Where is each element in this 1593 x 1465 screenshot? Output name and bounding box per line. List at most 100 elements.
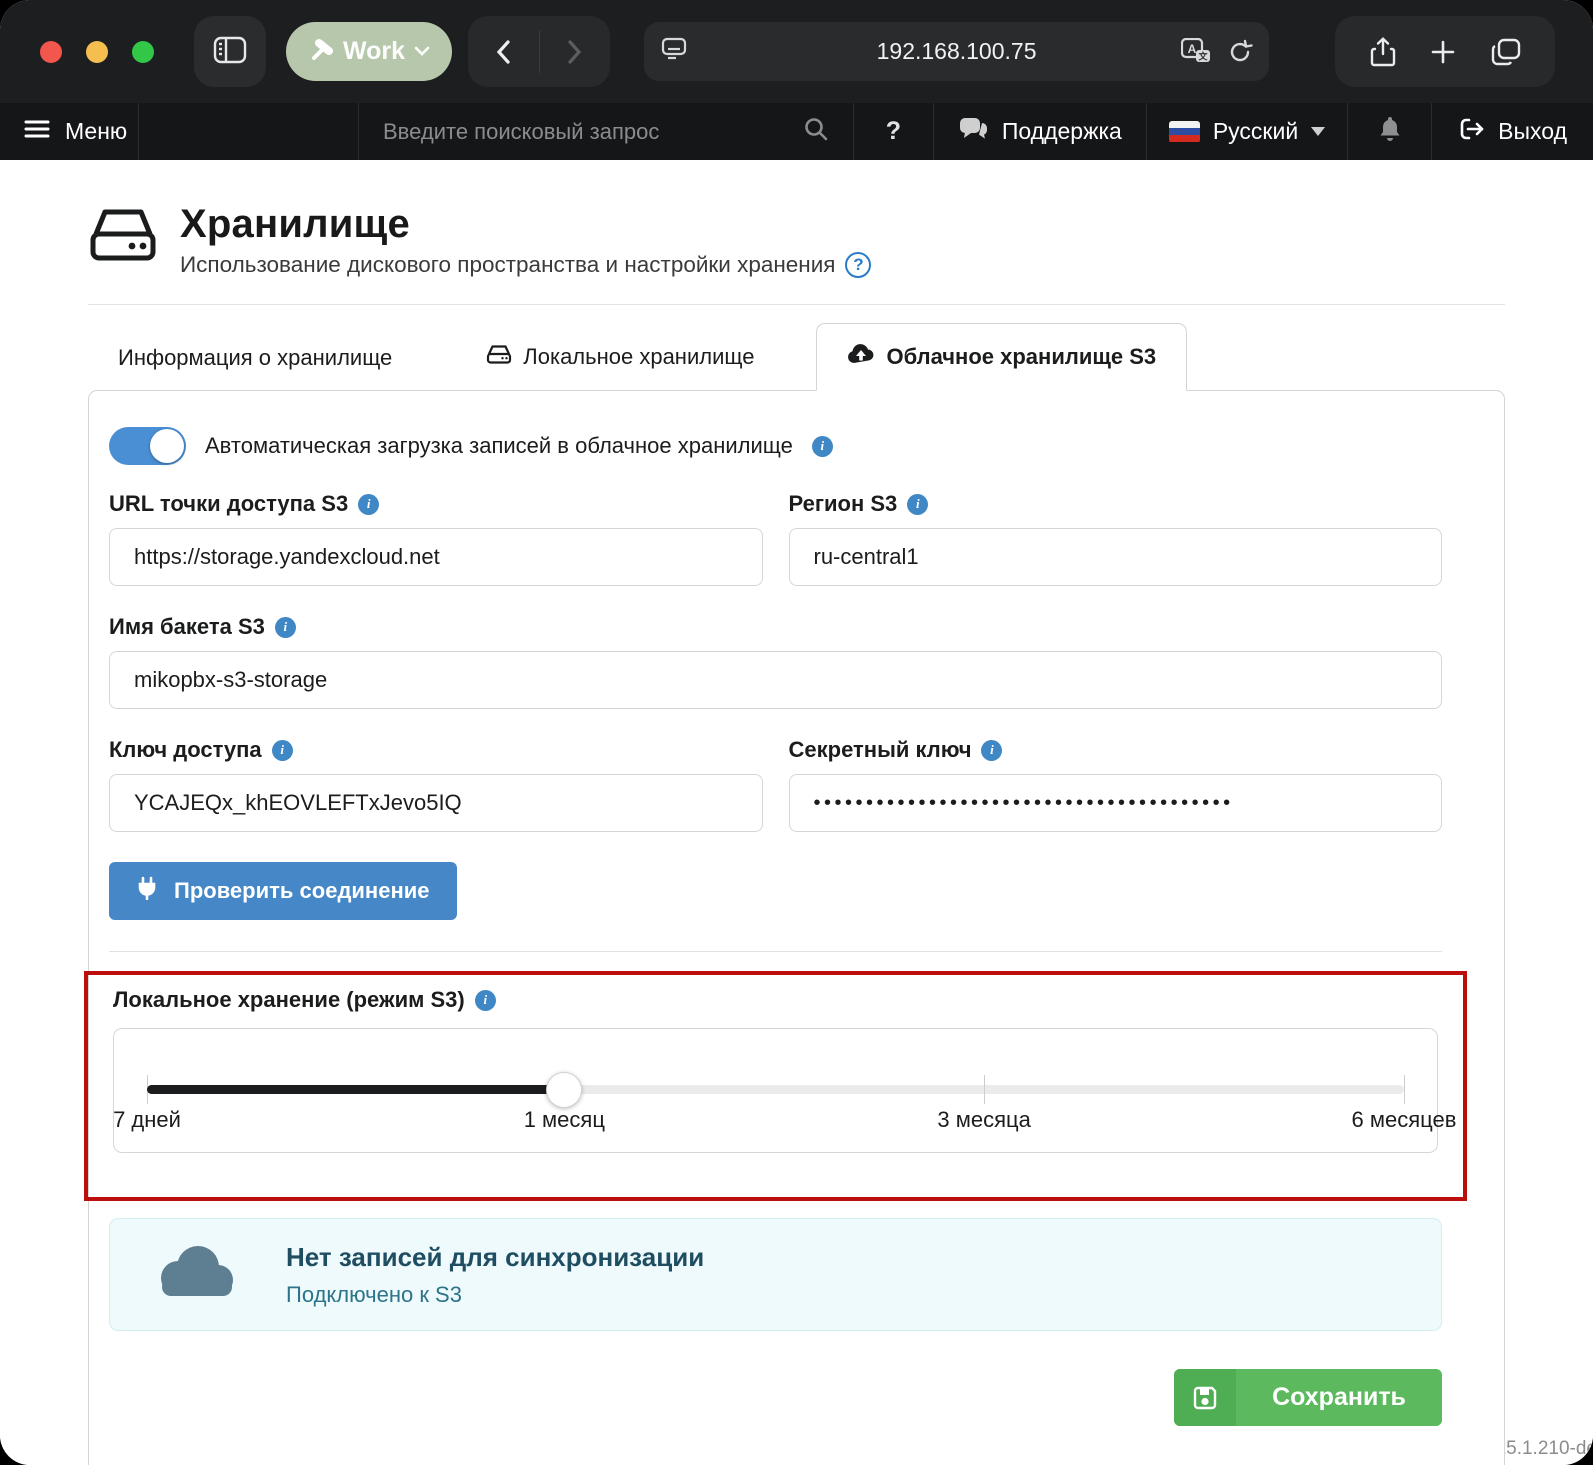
info-icon[interactable]: i: [812, 436, 833, 457]
notifications-button[interactable]: [1347, 103, 1431, 160]
tab-overview-button[interactable]: [1491, 38, 1521, 66]
close-window-button[interactable]: [40, 41, 62, 63]
slider-handle[interactable]: [546, 1072, 582, 1108]
check-connection-button[interactable]: Проверить соединение: [109, 862, 457, 920]
navbar-spacer: [138, 103, 358, 160]
info-icon[interactable]: i: [275, 617, 296, 638]
address-bar[interactable]: 192.168.100.75 A 文: [644, 22, 1269, 81]
logout-button[interactable]: Выход: [1431, 103, 1593, 160]
tab-label: Облачное хранилище S3: [886, 344, 1156, 370]
sign-out-icon: [1458, 116, 1486, 148]
search-input[interactable]: [383, 119, 803, 145]
hdd-small-icon: [486, 343, 512, 371]
search-icon[interactable]: [803, 116, 829, 147]
menu-button[interactable]: Меню: [0, 103, 138, 160]
info-icon[interactable]: i: [475, 990, 496, 1011]
info-icon[interactable]: i: [358, 494, 379, 515]
storage-tabs: Информация о хранилище Локальное хранили…: [88, 323, 1505, 390]
page-subtitle: Использование дискового пространства и н…: [180, 252, 835, 278]
sidebar-toggle-button[interactable]: [194, 16, 266, 87]
page-header: Хранилище Использование дискового простр…: [88, 202, 1505, 278]
page-format-icon: [660, 37, 688, 66]
hammer-icon: [308, 37, 334, 66]
tab-local-storage[interactable]: Локальное хранилище: [456, 324, 784, 390]
s3-endpoint-input[interactable]: [109, 528, 763, 586]
cloud-storage-panel: Автоматическая загрузка записей в облачн…: [88, 390, 1505, 1465]
info-icon[interactable]: i: [272, 740, 293, 761]
minimize-window-button[interactable]: [86, 41, 108, 63]
bell-icon: [1377, 115, 1403, 148]
support-label: Поддержка: [1002, 118, 1122, 145]
slider-track[interactable]: 7 дней 1 месяц 3 месяца 6 месяцев: [147, 1085, 1404, 1094]
s3-bucket-label: Имя бакета S3: [109, 614, 265, 640]
tab-label: Информация о хранилище: [118, 345, 392, 371]
toolbar-right-group: [1335, 16, 1555, 87]
slider-mark: 7 дней: [113, 1107, 181, 1133]
language-selector[interactable]: Русский: [1146, 103, 1347, 160]
profile-label: Work: [343, 37, 405, 66]
share-button[interactable]: [1370, 37, 1396, 67]
chevron-down-icon: [414, 44, 430, 59]
caret-down-icon: [1311, 127, 1325, 136]
auto-upload-label: Автоматическая загрузка записей в облачн…: [205, 433, 793, 459]
help-button[interactable]: ?: [853, 103, 933, 160]
sync-status-title: Нет записей для синхронизации: [286, 1242, 704, 1273]
header-divider: [88, 304, 1505, 305]
plug-icon: [136, 876, 158, 906]
reload-button[interactable]: [1227, 39, 1253, 65]
russian-flag-icon: [1169, 121, 1200, 143]
retention-slider: 7 дней 1 месяц 3 месяца 6 месяцев: [113, 1028, 1438, 1153]
floppy-icon: [1174, 1369, 1236, 1426]
language-label: Русский: [1213, 118, 1298, 145]
access-key-input[interactable]: [109, 774, 763, 832]
slider-tick: [984, 1075, 985, 1104]
slider-fill: [147, 1085, 564, 1094]
s3-bucket-input[interactable]: [109, 651, 1442, 709]
auto-upload-row: Автоматическая загрузка записей в облачн…: [109, 427, 1442, 465]
chat-icon: [958, 116, 990, 148]
new-tab-button[interactable]: [1430, 39, 1456, 65]
sync-status-box: Нет записей для синхронизации Подключено…: [109, 1218, 1442, 1331]
slider-mark: 3 месяца: [937, 1107, 1030, 1133]
section-divider: [109, 951, 1442, 952]
translate-button[interactable]: A 文: [1181, 38, 1211, 66]
secret-key-field: Секретный ключ i: [789, 737, 1443, 832]
page-title: Хранилище: [180, 202, 871, 247]
svg-text:文: 文: [1198, 50, 1209, 61]
sync-status-subtitle: Подключено к S3: [286, 1282, 704, 1308]
tab-storage-info[interactable]: Информация о хранилище: [88, 326, 422, 390]
main-content: Хранилище Использование дискового простр…: [0, 202, 1593, 1465]
access-key-field: Ключ доступа i: [109, 737, 763, 832]
s3-region-field: Регион S3 i: [789, 491, 1443, 586]
info-icon[interactable]: i: [981, 740, 1002, 761]
sidebar-icon: [213, 36, 247, 67]
slider-tick: [1404, 1075, 1405, 1104]
cloud-icon: [152, 1240, 240, 1309]
info-icon[interactable]: i: [907, 494, 928, 515]
logout-label: Выход: [1498, 118, 1567, 145]
hamburger-icon: [24, 118, 50, 145]
tab-cloud-storage-s3[interactable]: Облачное хранилище S3: [816, 323, 1187, 391]
safari-window: Work 192.168.100.75: [0, 0, 1593, 1465]
browser-toolbar: Work 192.168.100.75: [0, 0, 1593, 103]
s3-region-input[interactable]: [789, 528, 1443, 586]
auto-upload-toggle[interactable]: [109, 427, 186, 465]
profile-button[interactable]: Work: [286, 22, 452, 81]
help-circle-icon[interactable]: ?: [845, 252, 871, 278]
save-button[interactable]: Сохранить: [1174, 1369, 1442, 1426]
app-navbar: Меню ? Поддержка: [0, 103, 1593, 160]
local-retention-label: Локальное хранение (режим S3): [113, 987, 465, 1013]
history-nav-group: [468, 16, 610, 87]
back-button[interactable]: [468, 16, 539, 87]
secret-key-input[interactable]: [789, 774, 1443, 832]
slider-mark: 1 месяц: [524, 1107, 605, 1133]
save-button-label: Сохранить: [1236, 1369, 1442, 1426]
forward-button[interactable]: [540, 16, 611, 87]
support-button[interactable]: Поддержка: [933, 103, 1146, 160]
url-text: 192.168.100.75: [644, 38, 1269, 65]
tab-label: Локальное хранилище: [523, 344, 754, 370]
global-search: [358, 103, 853, 160]
cloud-upload-icon: [847, 343, 875, 371]
menu-label: Меню: [65, 118, 127, 145]
fullscreen-window-button[interactable]: [132, 41, 154, 63]
